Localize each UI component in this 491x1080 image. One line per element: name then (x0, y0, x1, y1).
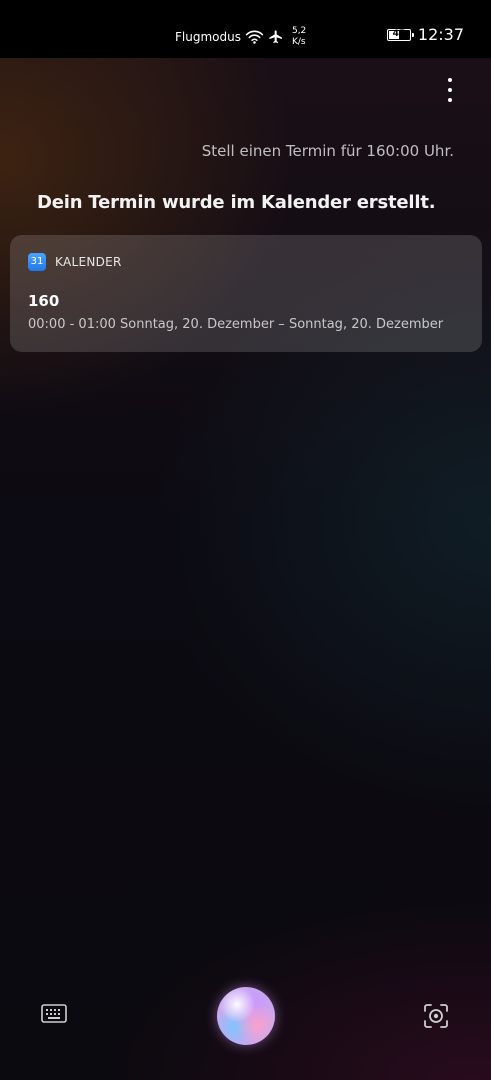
event-time: 00:00 - 01:00 Sonntag, 20. Dezember – So… (28, 317, 444, 332)
more-vert-icon-dot (448, 88, 452, 92)
network-speed-unit: K/s (291, 37, 306, 47)
user-query: Stell einen Termin für 160:00 Uhr. (201, 142, 454, 160)
airplane-mode-label: Flugmodus (175, 30, 241, 44)
card-app-name: KALENDER (55, 255, 122, 269)
scan-icon[interactable] (422, 1002, 450, 1030)
status-right: 47 12:37 (386, 25, 464, 44)
status-indicators: Flugmodus 5,2 K/s (175, 23, 306, 51)
clock: 12:37 (417, 25, 464, 44)
card-header: 31 KALENDER (28, 253, 122, 271)
calendar-event-card[interactable]: 31 KALENDER 160 00:00 - 01:00 Sonntag, 2… (10, 235, 482, 352)
airplane-icon (269, 30, 282, 43)
more-vert-icon-dot (448, 98, 452, 102)
more-options-button[interactable] (436, 74, 464, 106)
calendar-icon: 31 (28, 253, 46, 271)
network-speed-value: 5,2 (291, 26, 307, 36)
battery-level-text: 47 (392, 28, 406, 39)
battery-icon: 47 (386, 28, 414, 41)
event-title: 160 (28, 292, 60, 310)
voice-assistant-orb[interactable] (217, 987, 275, 1045)
wifi-icon (245, 30, 264, 44)
status-bar: Flugmodus 5,2 K/s 47 12:37 (0, 0, 491, 58)
network-speed: 5,2 K/s (292, 26, 306, 48)
assistant-reply: Dein Termin wurde im Kalender erstellt. (37, 192, 436, 213)
more-vert-icon (448, 78, 452, 82)
keyboard-icon[interactable] (40, 1002, 68, 1026)
